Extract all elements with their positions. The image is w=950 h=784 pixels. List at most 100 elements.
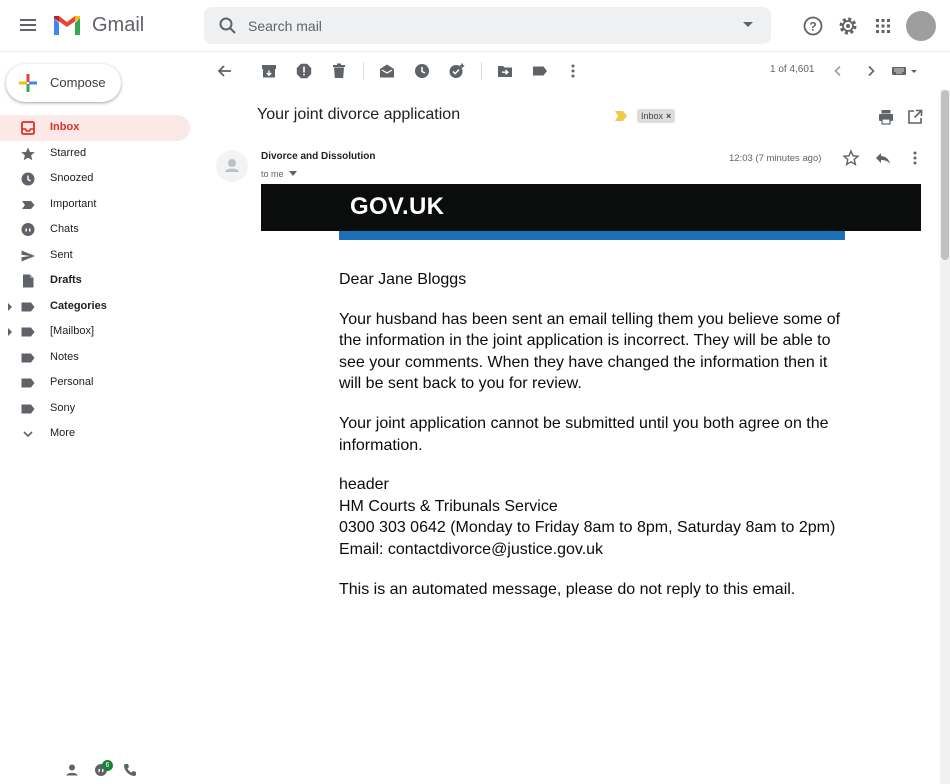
- search-input[interactable]: [248, 7, 728, 44]
- sidebar-item-label: Chats: [50, 223, 79, 235]
- send-icon: [21, 250, 35, 261]
- important-icon: [22, 200, 35, 209]
- label-icon: [21, 353, 35, 362]
- delete-trash-icon[interactable]: [330, 62, 348, 80]
- sidebar-item-label: More: [50, 427, 76, 439]
- sidebar-item-personal[interactable]: Personal: [0, 370, 190, 396]
- star-outline-icon[interactable]: [842, 149, 860, 167]
- sidebar-item-label: Personal: [50, 376, 94, 388]
- chat-count-badge: 6: [102, 760, 113, 771]
- move-to-icon[interactable]: [496, 62, 514, 80]
- inbox-label-chip[interactable]: Inbox ×: [637, 109, 676, 123]
- sidebar-item-label: Inbox: [50, 121, 80, 133]
- scrollbar-thumb[interactable]: [941, 90, 949, 260]
- body-paragraph: Your husband has been sent an email tell…: [339, 310, 841, 393]
- banner-stripe: [339, 231, 845, 240]
- search-bar: [204, 7, 771, 44]
- sidebar-item-label: Sent: [50, 248, 73, 261]
- sidebar-item-label: Categories: [50, 299, 107, 312]
- chevron-down-icon: [23, 431, 33, 438]
- email-body: Dear Jane Bloggs Your husband has been s…: [339, 269, 849, 618]
- recipient-label: to me: [261, 169, 284, 179]
- nav-list: Inbox Starred Snoozed Important Chats Se…: [0, 115, 204, 447]
- account-avatar[interactable]: [906, 11, 936, 41]
- gov-uk-banner: GOV.UK: [261, 184, 921, 231]
- message-toolbar: 1 of 4,601: [204, 52, 950, 90]
- sidebar-item-starred[interactable]: Starred: [0, 141, 190, 167]
- clock-icon: [21, 172, 35, 186]
- search-icon[interactable]: [218, 16, 238, 36]
- add-task-icon[interactable]: [448, 62, 466, 80]
- expand-caret-icon[interactable]: [8, 328, 12, 336]
- settings-gear-icon[interactable]: [836, 14, 860, 38]
- label-icon: [21, 378, 35, 388]
- gmail-logo-icon[interactable]: [52, 14, 82, 36]
- chat-icon: [21, 223, 35, 236]
- keyboard-input-icon[interactable]: [892, 66, 918, 76]
- reply-icon[interactable]: [874, 149, 892, 167]
- archive-icon[interactable]: [260, 62, 278, 80]
- sidebar-item-categories[interactable]: Categories: [0, 294, 190, 320]
- sidebar-item-label: Notes: [50, 350, 79, 363]
- sidebar: Compose Inbox Starred Snoozed Important …: [0, 52, 204, 784]
- label-tag-icon[interactable]: [531, 62, 549, 80]
- app-name: Gmail: [92, 14, 145, 36]
- body-paragraph: Your joint application cannot be submitt…: [339, 414, 829, 454]
- sidebar-item-label: Important: [50, 197, 97, 210]
- mark-unread-icon[interactable]: [378, 62, 396, 80]
- sidebar-item-snoozed[interactable]: Snoozed: [0, 166, 190, 192]
- inbox-chip-label: Inbox: [641, 111, 664, 121]
- contacts-person-icon[interactable]: [64, 762, 80, 778]
- sidebar-item-sony[interactable]: Sony: [0, 396, 190, 422]
- contact-email[interactable]: Email: contactdivorce@justice.gov.uk: [339, 539, 849, 561]
- snooze-clock-icon[interactable]: [413, 62, 431, 80]
- back-arrow-icon[interactable]: [216, 62, 234, 80]
- report-spam-icon[interactable]: [295, 62, 313, 80]
- sidebar-item-label: Snoozed: [50, 172, 94, 184]
- sidebar-item-notes[interactable]: Notes: [0, 345, 190, 371]
- compose-label: Compose: [50, 75, 106, 90]
- toolbar-divider: [481, 62, 482, 80]
- compose-button[interactable]: Compose: [6, 64, 121, 102]
- sender-name[interactable]: Divorce and Dissolution: [261, 151, 375, 162]
- sidebar-item-inbox[interactable]: Inbox: [0, 115, 190, 141]
- automated-notice: This is an automated message, please do …: [339, 580, 796, 598]
- more-vertical-icon[interactable]: [564, 62, 582, 80]
- sidebar-item-sent[interactable]: Sent: [0, 243, 190, 269]
- chevron-left-icon[interactable]: [829, 62, 847, 80]
- sidebar-item-important[interactable]: Important: [0, 192, 190, 218]
- sidebar-item-mailbox[interactable]: [Mailbox]: [0, 319, 190, 345]
- importance-marker-icon[interactable]: [615, 111, 627, 121]
- print-icon[interactable]: [877, 108, 895, 126]
- help-icon[interactable]: ?: [801, 14, 825, 38]
- person-placeholder-icon: [225, 159, 239, 172]
- sidebar-item-label: Drafts: [50, 274, 82, 286]
- sender-avatar[interactable]: [216, 150, 248, 182]
- main-menu-button[interactable]: [16, 16, 40, 36]
- search-options-icon[interactable]: [743, 22, 753, 27]
- sidebar-item-chats[interactable]: Chats: [0, 217, 190, 243]
- recipient-details-caret-icon[interactable]: [289, 171, 298, 177]
- message-more-icon[interactable]: [906, 149, 924, 167]
- chevron-right-icon[interactable]: [862, 62, 880, 80]
- sidebar-item-label: [Mailbox]: [50, 325, 95, 337]
- contact-line: header: [339, 476, 389, 494]
- inbox-icon: [21, 121, 35, 135]
- pagination-count: 1 of 4,601: [770, 64, 815, 75]
- plus-icon: [19, 74, 37, 92]
- gov-uk-logo-text: GOV.UK: [350, 193, 445, 220]
- sidebar-item-label: Sony: [50, 401, 76, 414]
- message-timestamp: 12:03 (7 minutes ago): [729, 153, 822, 164]
- expand-caret-icon[interactable]: [8, 302, 12, 311]
- label-icon: [21, 302, 35, 311]
- toolbar-divider: [363, 62, 364, 80]
- apps-grid-icon[interactable]: [871, 14, 895, 38]
- sidebar-item-more[interactable]: More: [0, 421, 190, 447]
- message-scrollbar[interactable]: [940, 90, 950, 784]
- email-subject: Your joint divorce application: [257, 106, 461, 123]
- remove-label-icon[interactable]: ×: [666, 111, 671, 121]
- phone-icon[interactable]: [122, 762, 138, 778]
- open-new-window-icon[interactable]: [906, 108, 924, 126]
- recipient-details[interactable]: to me: [261, 169, 298, 179]
- sidebar-item-drafts[interactable]: Drafts: [0, 268, 190, 294]
